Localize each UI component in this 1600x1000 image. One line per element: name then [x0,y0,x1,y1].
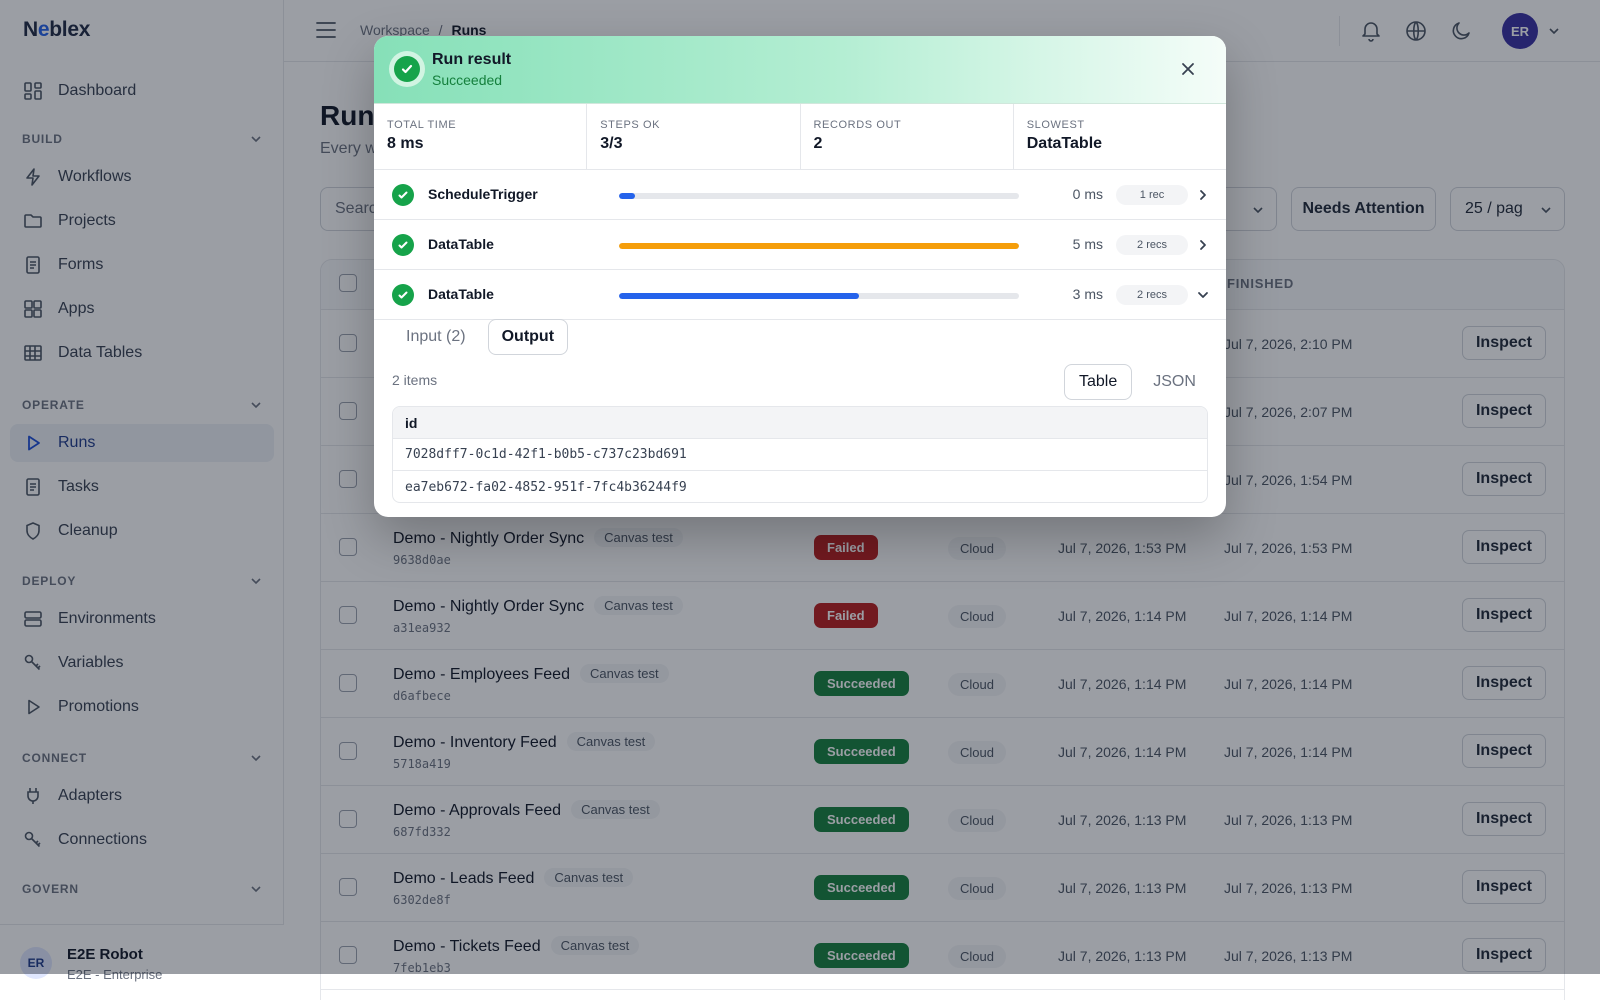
step-row[interactable]: ScheduleTrigger 0 ms 1 rec [374,170,1226,220]
modal-title: Run result [432,51,512,68]
stat-label: SLOWEST [1026,119,1085,131]
step-name: DataTable [428,236,494,252]
items-count: 2 items [392,372,438,388]
step-row[interactable]: DataTable 5 ms 2 recs [374,220,1226,270]
output-table: id 7028dff7-0c1d-42f1-b0b5-c737c23bd691 … [392,406,1208,503]
tab-output[interactable]: Output [487,319,569,355]
io-tabs: Input (2) Output [392,319,569,355]
step-records-badge: 2 recs [1116,235,1188,255]
success-check-icon [392,184,414,206]
stat-value: DataTable [1026,135,1103,152]
step-name: ScheduleTrigger [428,186,538,202]
stat-value: 8 ms [387,135,424,152]
output-column-id: id [393,407,1207,439]
step-duration: 0 ms [1072,186,1103,202]
step-duration: 5 ms [1072,236,1103,252]
step-duration-fill [619,243,1019,249]
step-duration-fill [619,193,635,199]
stat-label: TOTAL TIME [387,119,457,131]
chevron-down-icon[interactable] [1196,288,1210,302]
output-row[interactable]: 7028dff7-0c1d-42f1-b0b5-c737c23bd691 [393,439,1207,471]
stat-records-out: RECORDS OUT 2 [801,104,1014,169]
view-toggle: Table JSON [1064,364,1211,400]
step-duration-bar [619,243,1019,249]
stat-slowest: SLOWEST DataTable [1014,104,1226,169]
chevron-right-icon[interactable] [1196,188,1210,202]
stat-steps-ok: STEPS OK 3/3 [587,104,801,169]
tab-input[interactable]: Input (2) [392,319,480,355]
run-stats: TOTAL TIME 8 ms STEPS OK 3/3 RECORDS OUT… [374,104,1226,170]
step-duration: 3 ms [1072,286,1103,302]
success-check-icon [392,284,414,306]
stat-value: 2 [813,135,823,152]
chevron-right-icon[interactable] [1196,238,1210,252]
success-icon [389,51,425,87]
success-check-icon [392,234,414,256]
step-duration-bar [619,193,1019,199]
step-records-badge: 2 recs [1116,285,1188,305]
stat-value: 3/3 [600,135,623,152]
step-duration-fill [619,293,859,299]
output-row[interactable]: ea7eb672-fa02-4852-951f-7fc4b36244f9 [393,471,1207,502]
stat-total-time: TOTAL TIME 8 ms [374,104,588,169]
run-result-modal: Run result Succeeded TOTAL TIME 8 ms STE… [374,36,1226,517]
view-table-button[interactable]: Table [1064,364,1133,400]
modal-status: Succeeded [432,72,503,88]
step-records-badge: 1 rec [1116,185,1188,205]
modal-header: Run result Succeeded [374,36,1226,104]
step-row[interactable]: DataTable 3 ms 2 recs [374,270,1226,320]
view-json-button[interactable]: JSON [1138,364,1211,400]
step-duration-bar [619,293,1019,299]
stat-label: STEPS OK [600,119,661,131]
stat-label: RECORDS OUT [813,119,902,131]
step-name: DataTable [428,286,494,302]
close-icon[interactable] [1180,61,1196,77]
